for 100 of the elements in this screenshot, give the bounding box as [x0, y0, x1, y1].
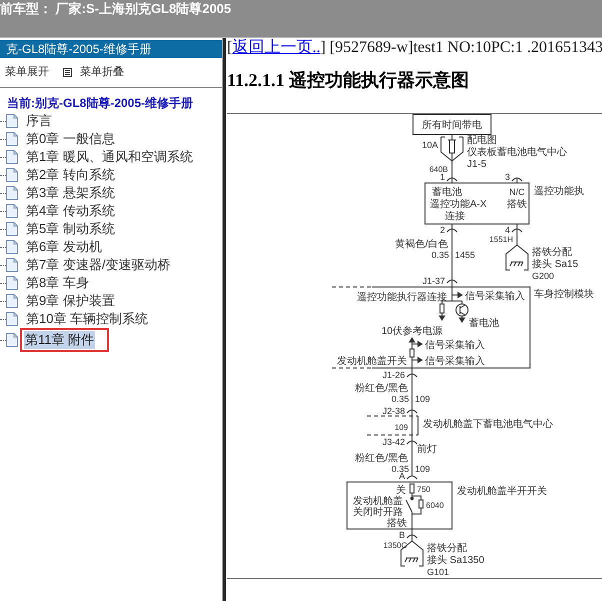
tree-item[interactable]: 第10章 车辆控制系统	[26, 310, 148, 328]
diagram-label: G101	[427, 567, 450, 577]
diagram-label: 粉红色/黑色	[355, 453, 408, 464]
connector-symbol	[512, 178, 522, 182]
tree-item[interactable]: 序言	[26, 112, 52, 130]
vehicle-model-label: 前车型： 厂家:S-上海别克GL8陆尊2005	[0, 0, 232, 17]
document-icon	[6, 333, 18, 347]
arrow-symbol	[408, 337, 416, 348]
diagram-label: 遥控功能A-X	[430, 199, 487, 210]
breadcrumb-line: [返回上一页..] [9527689-w]test1 NO:10PC:1 .201651343	[227, 38, 602, 57]
diagram-label: 6040	[426, 501, 444, 510]
tree-item[interactable]: 第7章 变速器/变速驱动桥	[26, 256, 170, 274]
diagram-label: 0.35	[391, 394, 409, 404]
diagram-label: 4	[504, 225, 510, 235]
diagram-label: 10伏参考电源	[381, 326, 443, 337]
tree-item[interactable]: 第9章 保护装置	[26, 292, 115, 310]
diagram-label: 蓄电池	[432, 187, 462, 198]
diagram-label: 遥控功能执	[534, 186, 584, 197]
transistor-symbol	[456, 304, 468, 316]
document-icon	[6, 222, 18, 236]
document-icon	[6, 186, 18, 200]
arrow-symbol	[458, 316, 466, 323]
diagram-label: G200	[532, 271, 554, 281]
document-icon	[6, 258, 18, 272]
diagram-label: 109	[415, 464, 430, 474]
diagram-label: 0.35	[431, 250, 449, 260]
diagram-label: J1-5	[467, 159, 486, 170]
diagram-label: 遥控功能执行器连接	[357, 292, 447, 303]
connector-symbol	[446, 178, 458, 182]
tree-item[interactable]: 第2章 转向系统	[26, 166, 115, 184]
connector-symbol	[512, 228, 522, 232]
ground-symbol	[506, 244, 528, 270]
tree-item[interactable]: 第5章 制动系统	[26, 220, 115, 238]
resistor-symbol	[440, 304, 444, 314]
diagram-label: 配电图	[467, 135, 497, 146]
connector-symbol	[406, 440, 418, 444]
diagram-label: 1551H	[489, 235, 513, 244]
connector-symbol	[406, 534, 418, 538]
diagram-label: B	[398, 530, 405, 540]
diagram-label: 接头 Sa15	[532, 259, 578, 270]
switch-symbol	[406, 496, 414, 512]
document-icon	[6, 150, 18, 164]
tree-item[interactable]: 第8章 车身	[26, 274, 89, 292]
diagram-label: 10A	[422, 140, 438, 150]
diagram-label: 2	[440, 225, 445, 235]
fuse-block-outline	[366, 416, 418, 436]
diagram-label: J2-38	[382, 406, 405, 416]
diagram-label: 发动机舱盖下蓄电池电气中心	[423, 419, 553, 430]
diagram-label: 3	[504, 172, 510, 182]
diagram-label: 关	[396, 485, 406, 496]
diagram-label: J1-26	[382, 370, 405, 380]
collapse-menu-button[interactable]: 菜单折叠	[63, 64, 124, 81]
diagram-label: 接头 Sa1350	[427, 555, 484, 566]
tree-item[interactable]: 第1章 暖风、通风和空调系统	[26, 148, 193, 166]
diagram-label: 发动机舱盖半开开关	[457, 486, 547, 497]
diagram-label: J1-37	[422, 276, 445, 286]
diagram-label: J3-42	[382, 437, 405, 447]
current-manual-label: 当前:别克-GL8陆尊-2005-维修手册	[7, 95, 194, 112]
document-icon	[6, 276, 18, 290]
document-icon	[6, 132, 18, 146]
diagram-label: 750	[417, 485, 430, 494]
diagram-label: 所有时间带电	[422, 120, 482, 131]
signal-arrow	[452, 292, 463, 298]
diagram-label: A	[398, 471, 405, 481]
diagram-label: 仪表板蓄电池电气中心	[467, 147, 567, 158]
diagram-label: 109	[415, 394, 430, 404]
tree-item[interactable]: 第0章 一般信息	[26, 130, 115, 148]
tree-item[interactable]: 第11章 附件	[24, 331, 96, 349]
connector-symbol	[406, 410, 418, 414]
diagram-label: 粉红色/黑色	[355, 383, 408, 394]
diagram-label: 1	[440, 172, 445, 182]
connector-symbol	[446, 228, 458, 232]
diagram-label: 1350C	[383, 541, 407, 550]
resistor-symbol	[410, 348, 414, 358]
tree-item[interactable]: 第3章 悬架系统	[26, 184, 115, 202]
section-heading: 11.2.1.1 遥控功能执行器示意图	[227, 69, 470, 92]
fuse-symbol	[440, 136, 464, 162]
signal-arrow	[412, 356, 423, 364]
manual-title-bar: 克-GL8陆尊-2005-维修手册	[0, 40, 222, 58]
diagram-label: 1455	[455, 250, 476, 260]
document-icon	[6, 294, 18, 308]
tree-item[interactable]: 第6章 发动机	[26, 238, 102, 256]
diagram-label: 搭铁分配	[427, 543, 467, 554]
diagram-label: 蓄电池	[469, 318, 499, 329]
document-icon	[6, 168, 18, 182]
document-icon	[6, 114, 18, 128]
diagram-label: 关闭时开路	[353, 507, 403, 518]
diagram-label: 车身控制模块	[534, 289, 594, 300]
tree-item[interactable]: 第4章 传动系统	[26, 202, 115, 220]
diagram-label: 0.35	[391, 464, 409, 474]
connector-symbol	[406, 476, 418, 480]
expand-menu-button[interactable]: 菜单展开	[5, 64, 49, 81]
document-icon	[6, 204, 18, 218]
diagram-label: 信号采集输入	[465, 291, 525, 302]
connector-symbol	[446, 280, 458, 284]
connector-symbol	[406, 374, 418, 378]
diagram-label: 信号采集输入	[425, 356, 485, 367]
diagram-label: 发动机舱盖开关	[337, 356, 407, 367]
signal-arrow	[412, 340, 423, 348]
back-link[interactable]: 返回上一页..	[232, 39, 320, 56]
